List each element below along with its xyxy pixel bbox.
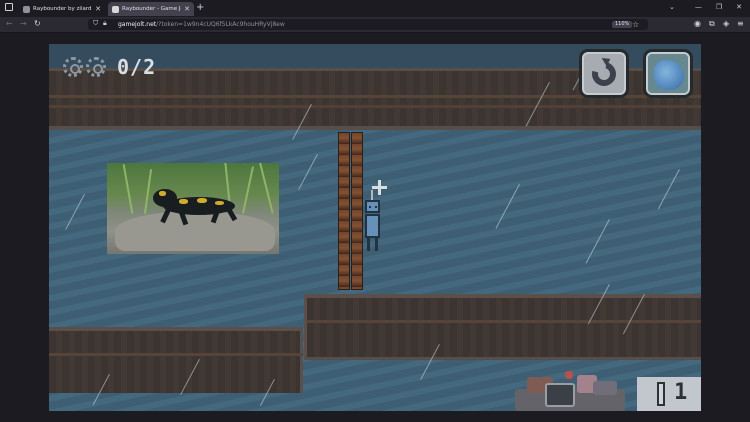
url-text[interactable]: gamejolt.net/?token=1w9n4cUQ6f5LkAc9houH… xyxy=(118,21,285,28)
reload-icon[interactable]: ↻ xyxy=(34,20,41,28)
extensions-icon[interactable]: ⧉ xyxy=(709,20,715,28)
navigation-toolbar: ← → ↻ ⛉ 🔒︎ gamejolt.net/?token=1w9n4cUQ6… xyxy=(0,17,750,33)
list-all-tabs-icon[interactable]: ⌄ xyxy=(669,3,675,11)
menu-icon[interactable]: ≡ xyxy=(737,20,744,28)
energy-bar xyxy=(657,382,665,406)
rain-streak xyxy=(298,154,318,190)
account-icon[interactable]: ◉ xyxy=(694,20,701,28)
gear-icon xyxy=(86,57,106,77)
salamander xyxy=(151,185,241,226)
gear-icon xyxy=(63,57,83,77)
right-dirt-platform xyxy=(304,294,701,360)
url-host: gamejolt.net xyxy=(118,21,157,28)
rain-streak xyxy=(495,184,520,229)
tab-title: Raybounder by zilard - Play Onl xyxy=(33,6,92,12)
rain-streak xyxy=(65,194,85,230)
window-close-icon[interactable]: ✕ xyxy=(736,3,742,11)
lives-counter: 1 xyxy=(674,380,688,405)
new-tab-button[interactable]: + xyxy=(196,3,204,13)
player-robot[interactable] xyxy=(362,190,384,252)
lives-panel: 1 xyxy=(637,377,701,411)
tab-bar: Raybounder by zilard - Play Onl ✕ Raybou… xyxy=(0,0,750,17)
log-pillar xyxy=(338,132,364,290)
url-bar[interactable]: ⛉ 🔒︎ gamejolt.net/?token=1w9n4cUQ6f5LkAc… xyxy=(88,19,648,30)
rain-streak xyxy=(657,169,680,210)
tab-raybounder-gamejolt[interactable]: Raybounder - Game Jolt ✕ xyxy=(108,2,194,16)
shield-icon[interactable]: ⛉ xyxy=(93,20,98,27)
sidebar-toggle-icon[interactable] xyxy=(5,3,13,11)
restart-icon xyxy=(587,57,621,91)
minimize-icon[interactable]: — xyxy=(695,3,702,11)
salamander-photo xyxy=(107,163,279,254)
restart-button[interactable] xyxy=(579,49,629,98)
junk-pile xyxy=(505,369,633,411)
back-icon[interactable]: ← xyxy=(6,20,13,28)
tab-favicon-icon xyxy=(23,5,30,13)
character-portrait-icon xyxy=(654,60,684,90)
aim-crosshair-icon xyxy=(372,180,387,195)
url-path: /?token=1w9n4cUQ6f5LkAc9houHRyVj8ew xyxy=(156,21,285,28)
maximize-icon[interactable]: ❐ xyxy=(716,3,722,11)
character-select-button[interactable] xyxy=(643,49,693,98)
zoom-level-badge[interactable]: 110% xyxy=(612,21,633,28)
tab-close-icon[interactable]: ✕ xyxy=(184,5,190,13)
forward-icon[interactable]: → xyxy=(20,20,27,28)
notification-icon[interactable]: ◈ xyxy=(723,20,729,28)
tab-favicon-icon xyxy=(112,5,119,13)
tab-close-icon[interactable]: ✕ xyxy=(95,5,101,13)
bookmark-star-icon[interactable]: ☆ xyxy=(632,20,639,29)
tab-title: Raybounder - Game Jolt xyxy=(122,6,182,12)
rain-streak xyxy=(585,219,610,264)
lock-icon[interactable]: 🔒︎ xyxy=(103,20,107,27)
collectible-gears xyxy=(63,57,106,77)
left-dirt-platform xyxy=(49,327,303,393)
tab-raybounder-itch[interactable]: Raybounder by zilard - Play Onl ✕ xyxy=(19,2,105,16)
collected-counter: 0/2 xyxy=(117,55,157,79)
game-canvas[interactable]: 0/2 1 xyxy=(49,44,701,411)
